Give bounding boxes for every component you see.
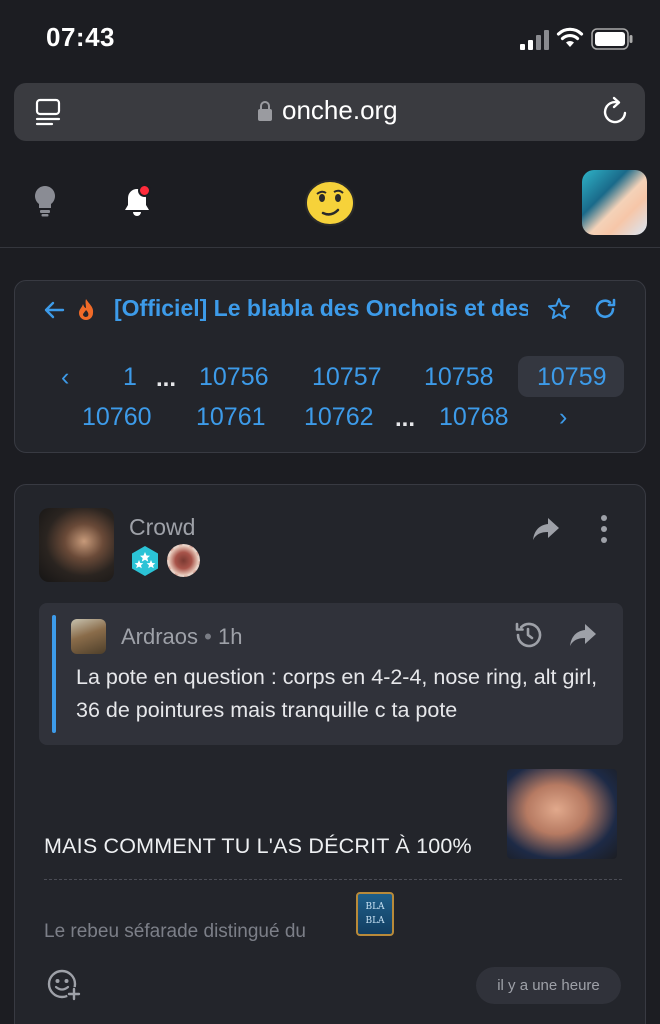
- quote-time: 1h: [218, 624, 243, 649]
- blabla-sticker-image: BLA BLA: [356, 892, 394, 936]
- lock-icon: [258, 101, 272, 121]
- pagination-ellipsis: ...: [395, 405, 416, 432]
- post-author-name[interactable]: Crowd: [129, 514, 195, 541]
- post-signature: Le rebeu séfarade distingué du: [44, 921, 306, 942]
- page-link-last[interactable]: 10768: [439, 403, 509, 432]
- back-arrow-icon[interactable]: [43, 299, 65, 321]
- quote-author-name[interactable]: Ardraos: [121, 624, 198, 649]
- tabs-icon[interactable]: [34, 97, 62, 127]
- page-link[interactable]: 10761: [196, 403, 266, 432]
- cellular-signal-icon: [520, 30, 549, 50]
- add-reaction-icon[interactable]: [46, 968, 82, 1002]
- achievement-badge-icon: [167, 544, 200, 577]
- browser-url-bar[interactable]: onche.org: [14, 83, 645, 141]
- reaction-sticker-image: [507, 769, 617, 859]
- post-timestamp: il y a une heure: [476, 967, 621, 1004]
- post-body-text: MAIS COMMENT TU L'AS DÉCRIT À 100%: [44, 834, 472, 858]
- url-text[interactable]: onche.org: [282, 95, 398, 126]
- quoted-message: Ardraos • 1h La pote en question : corps…: [39, 603, 623, 745]
- page-link[interactable]: 10760: [82, 403, 152, 432]
- page-link-current[interactable]: 10759: [537, 363, 607, 392]
- topic-title[interactable]: [Officiel] Le blabla des Onchois et des: [114, 295, 528, 327]
- page-link[interactable]: 10762: [304, 403, 374, 432]
- quote-text: La pote en question : corps en 4-2-4, no…: [76, 665, 598, 722]
- page-link[interactable]: 10757: [312, 363, 382, 392]
- post-author-avatar[interactable]: [39, 508, 114, 582]
- sticker-text: BLA: [365, 916, 385, 926]
- history-icon[interactable]: [513, 620, 543, 650]
- lightbulb-icon[interactable]: [33, 185, 57, 217]
- page-link[interactable]: 10758: [424, 363, 494, 392]
- pagination-prev[interactable]: ‹: [61, 363, 69, 392]
- page-link[interactable]: 10756: [199, 363, 269, 392]
- user-avatar[interactable]: [582, 170, 647, 235]
- onche-logo-icon[interactable]: [305, 180, 355, 226]
- quote-author-avatar[interactable]: [71, 619, 106, 654]
- topic-header-card: [Officiel] Le blabla des Onchois et des …: [14, 280, 646, 453]
- forum-post: Crowd Ardraos • 1h La pote en question :…: [14, 484, 646, 1024]
- favorite-star-icon[interactable]: [547, 297, 571, 321]
- signature-divider: [44, 879, 622, 880]
- notification-bell-icon[interactable]: [120, 184, 154, 218]
- status-bar: 07:43: [0, 0, 660, 80]
- pagination-ellipsis: ...: [156, 365, 177, 392]
- quote-separator: •: [204, 624, 212, 649]
- page-link-1[interactable]: 1: [123, 363, 137, 392]
- sticker-text: BLA: [365, 902, 385, 912]
- pagination-next[interactable]: ›: [559, 403, 567, 432]
- quote-share-arrow-icon[interactable]: [569, 623, 597, 647]
- site-top-nav: [0, 158, 660, 248]
- wifi-icon: [556, 27, 584, 47]
- fire-icon: [79, 299, 94, 320]
- quote-meta: Ardraos • 1h: [121, 624, 242, 650]
- refresh-icon[interactable]: [593, 297, 617, 321]
- more-options-icon[interactable]: [594, 514, 614, 544]
- share-arrow-icon[interactable]: [532, 517, 560, 541]
- quote-accent-bar: [52, 615, 56, 733]
- status-time: 07:43: [46, 22, 115, 52]
- reload-icon[interactable]: [602, 96, 630, 126]
- battery-icon: [591, 28, 633, 50]
- stars-badge-icon: [132, 546, 158, 576]
- notification-badge: [138, 184, 151, 197]
